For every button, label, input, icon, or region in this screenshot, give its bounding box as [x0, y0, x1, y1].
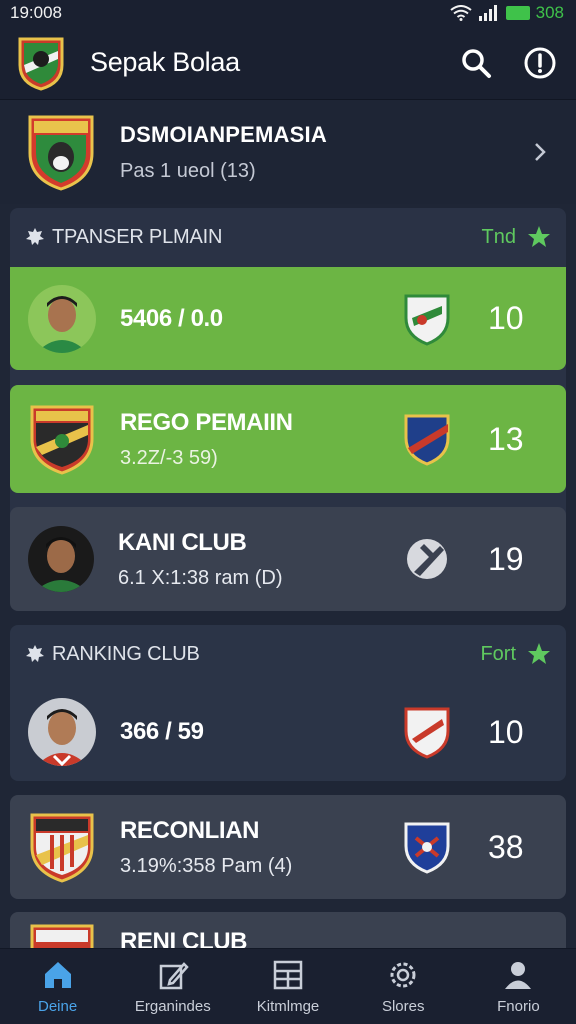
gear-icon: [390, 962, 416, 988]
settings-icon: [26, 228, 44, 245]
club-badge-icon: [404, 294, 450, 346]
search-icon: [462, 48, 491, 78]
card-subtitle: 6.1 X:1:38 ram (D): [118, 566, 283, 589]
card-number: 19: [488, 540, 524, 577]
person-icon: [505, 962, 532, 989]
transfer-section-header: TPANSER PLMAIN Tnd: [10, 208, 566, 266]
player-avatar: [28, 526, 94, 592]
club-badge-icon: [407, 539, 447, 579]
home-icon: [44, 962, 71, 988]
app-title: Sepak Bolaa: [90, 47, 240, 77]
ranking-section-header: RANKING CLUB Fort: [10, 625, 566, 683]
signal-icon: [478, 5, 497, 21]
player-avatar: [28, 284, 96, 353]
club-crest: [30, 405, 94, 475]
ranking-card[interactable]: 366 / 59 10: [10, 683, 566, 781]
player-avatar: [28, 698, 96, 766]
featured-subtitle: Pas 1 ueol (13): [120, 159, 256, 182]
club-crest: [28, 115, 94, 191]
club-badge-icon: [404, 822, 450, 874]
featured-club-row[interactable]: DSMOIANPEMASIA Pas 1 ueol (13): [0, 100, 576, 204]
ranking-card[interactable]: RENI CLUB: [10, 912, 566, 948]
card-title: 5406 / 0.0: [120, 304, 223, 332]
transfer-section-title: TPANSER PLMAIN: [52, 225, 223, 248]
featured-title: DSMOIANPEMASIA: [120, 121, 327, 147]
card-number: 13: [488, 420, 524, 457]
nav-label: Slores: [381, 998, 425, 1015]
nav-label: Fnorio: [497, 998, 540, 1015]
transfer-card[interactable]: KANI CLUB 6.1 X:1:38 ram (D) 19: [10, 507, 566, 611]
grid-icon: [273, 960, 303, 990]
info-button[interactable]: [520, 43, 560, 83]
ranking-card[interactable]: RECONLIAN 3.19%:358 Pam (4) 38: [10, 795, 566, 899]
card-number: 38: [488, 828, 524, 865]
settings-icon: [26, 645, 44, 662]
bottom-navigation: Deine Erganindes Kitmlmge Slores Fnorio: [0, 948, 576, 1024]
nav-item-settings[interactable]: Slores: [346, 949, 461, 1024]
ranking-section-link[interactable]: Fort: [480, 643, 516, 666]
battery-icon: [505, 6, 530, 20]
transfer-section-link[interactable]: Tnd: [482, 226, 516, 249]
status-bar: 19:008 308: [0, 0, 576, 26]
card-subtitle: 3.19%:358 Pam (4): [120, 854, 293, 877]
status-indicators: 308: [450, 3, 564, 23]
nav-item-profile[interactable]: Fnorio: [461, 949, 576, 1024]
club-badge-icon: [404, 414, 450, 466]
app-bar: Sepak Bolaa: [0, 26, 576, 100]
nav-item-grid[interactable]: Kitmlmge: [230, 949, 345, 1024]
info-icon: [524, 47, 556, 78]
star-icon[interactable]: [526, 641, 552, 667]
club-badge-icon: [404, 707, 450, 759]
app-logo-crest: [18, 37, 64, 91]
transfer-card[interactable]: REGO PEMAIIN 3.2Z/-3 59) 13: [10, 385, 566, 493]
nav-label: Deine: [38, 998, 78, 1015]
card-title: REGO PEMAIIN: [120, 408, 293, 436]
search-button[interactable]: [456, 43, 496, 83]
star-icon[interactable]: [526, 224, 552, 250]
ranking-section-title: RANKING CLUB: [52, 642, 200, 665]
nav-label: Erganindes: [134, 998, 211, 1015]
card-subtitle: 3.2Z/-3 59): [120, 446, 218, 469]
card-title: 366 / 59: [120, 718, 204, 745]
card-number: 10: [488, 713, 524, 750]
chevron-right-icon: [535, 143, 546, 161]
edit-icon: [159, 962, 189, 990]
card-title: RENI CLUB: [120, 928, 248, 948]
club-crest: [30, 813, 94, 883]
card-title: RECONLIAN: [120, 816, 260, 844]
transfer-card[interactable]: 5406 / 0.0 10: [10, 267, 566, 370]
battery-level: 308: [535, 3, 564, 22]
club-crest: [30, 924, 94, 948]
card-number: 10: [488, 300, 524, 336]
wifi-icon: [450, 5, 472, 21]
status-time: 19:008: [10, 3, 62, 22]
nav-label: Kitmlmge: [256, 998, 320, 1015]
card-title: KANI CLUB: [118, 528, 247, 556]
nav-item-home[interactable]: Deine: [0, 949, 115, 1024]
nav-item-edit[interactable]: Erganindes: [115, 949, 230, 1024]
